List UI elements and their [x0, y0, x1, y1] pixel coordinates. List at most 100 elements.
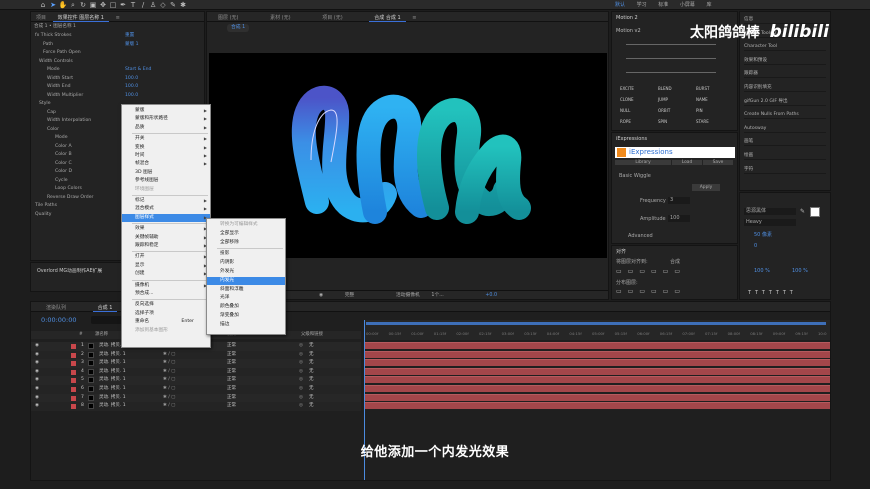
layer-parent-dropdown[interactable]: 无 — [309, 368, 314, 377]
selection-tool-icon[interactable]: ➤ — [48, 0, 58, 10]
panel-list-item[interactable]: 绘画 — [744, 151, 826, 160]
ease-slider-1[interactable] — [626, 44, 716, 45]
layer-row[interactable]: ◉ 8 灵动. 拷贝. 1 ✱ / ▢ 正常 ◎ 无 — [31, 402, 361, 411]
frequency-input[interactable]: 3 — [668, 197, 690, 204]
layer-switches[interactable]: ✱ / ▢ — [163, 394, 175, 403]
effect-property-row[interactable]: Mode Start & End — [31, 66, 204, 75]
menu-item[interactable]: 图层样式▶ — [122, 213, 210, 223]
layer-label-color[interactable] — [71, 369, 76, 375]
brush-tool-icon[interactable]: / — [138, 0, 148, 10]
layer-label-color[interactable] — [71, 404, 76, 410]
workspace-default[interactable]: 默认 — [615, 2, 625, 8]
layer-mode-dropdown[interactable]: 正常 — [227, 359, 236, 368]
visibility-eye-icon[interactable]: ◉ — [35, 351, 39, 360]
parent-pickwhip-icon[interactable]: ◎ — [299, 368, 303, 377]
layer-duration-bar[interactable] — [364, 367, 830, 375]
panel-menu-icon[interactable]: ≡ — [111, 13, 125, 23]
layer-parent-dropdown[interactable]: 无 — [309, 351, 314, 360]
amplitude-input[interactable]: 100 — [668, 215, 690, 222]
tab-project[interactable]: 项目 — [31, 12, 51, 22]
hand-tool-icon[interactable]: ✋ — [58, 0, 68, 10]
menu-item[interactable]: 反向选择 — [122, 301, 210, 309]
advanced-toggle[interactable]: Advanced — [628, 233, 653, 239]
menu-item[interactable]: 混合模式 ▶ — [122, 205, 210, 213]
workspace-learn[interactable]: 学习 — [637, 2, 647, 8]
menu-item[interactable]: 蒙版 ▶ — [122, 107, 210, 115]
layer-name[interactable]: 灵动. 拷贝. 1 — [99, 394, 126, 403]
layer-mode-dropdown[interactable]: 正常 — [227, 351, 236, 360]
submenu-item[interactable]: 颜色叠加 — [207, 303, 285, 311]
parent-pickwhip-icon[interactable]: ◎ — [299, 359, 303, 368]
layer-switches[interactable]: ✱ / ▢ — [163, 359, 175, 368]
fill-color-swatch[interactable] — [810, 207, 820, 217]
visibility-eye-icon[interactable]: ◉ — [35, 385, 39, 394]
panel-list-item[interactable]: Create Nulls From Paths — [744, 110, 826, 120]
layer-label-color[interactable] — [71, 395, 76, 401]
layer-row[interactable]: ◉ 3 灵动. 拷贝. 1 ✱ / ▢ 正常 ◎ 无 — [31, 359, 361, 368]
visibility-eye-icon[interactable]: ◉ — [35, 359, 39, 368]
motion-button[interactable]: NULL — [620, 108, 630, 113]
menu-item[interactable]: 帧混合 ▶ — [122, 160, 210, 168]
pen-tool-icon[interactable]: ✒ — [118, 0, 128, 10]
tab-save[interactable]: Save — [703, 160, 733, 165]
layer-parent-dropdown[interactable]: 无 — [309, 394, 314, 403]
comp-panel-menu-icon[interactable]: ≡ — [407, 13, 421, 23]
parent-pickwhip-icon[interactable]: ◎ — [299, 394, 303, 403]
motion-button[interactable]: BURST — [696, 86, 709, 91]
visibility-eye-icon[interactable]: ◉ — [35, 368, 39, 377]
panel-list-item[interactable]: 效果和预设 — [744, 56, 826, 65]
effect-property-row[interactable]: fx Thick Strokes 重置 — [31, 32, 204, 41]
font-family-dropdown[interactable]: 思源黑体 — [744, 208, 796, 215]
layer-label-color[interactable] — [71, 361, 76, 367]
panel-list-item[interactable]: gifGun 2.0 GIF 导出 — [744, 97, 826, 106]
ease-slider-2[interactable] — [626, 58, 716, 59]
menu-item[interactable]: 跟踪和稳定▶ — [122, 242, 210, 250]
motion-button[interactable]: PIN — [696, 108, 703, 113]
menu-item[interactable]: 开关 ▶ — [122, 135, 210, 143]
current-timecode[interactable]: 0:00:00:00 — [41, 316, 77, 324]
layer-label-color[interactable] — [71, 387, 76, 392]
effect-property-value[interactable]: 100.0 — [125, 92, 138, 101]
visibility-eye-icon[interactable]: ◉ — [35, 342, 39, 351]
layer-mode-dropdown[interactable]: 正常 — [227, 376, 236, 385]
home-icon[interactable]: ⌂ — [38, 0, 48, 10]
submenu-item[interactable]: 全部移除 — [207, 239, 285, 247]
layer-switches[interactable]: ✱ / ▢ — [163, 351, 175, 360]
layer-mode-dropdown[interactable]: 正常 — [227, 368, 236, 377]
menu-item[interactable]: 摄像机▶ — [122, 282, 210, 290]
views-dropdown[interactable]: 1个... — [431, 293, 443, 298]
rectangle-tool-icon[interactable]: □ — [108, 0, 118, 10]
layer-label-color[interactable] — [71, 344, 76, 349]
font-style-dropdown[interactable]: Heavy — [744, 219, 796, 226]
panel-list-item[interactable]: 字符 — [744, 165, 826, 174]
camera-tool-icon[interactable]: ▣ — [88, 0, 98, 10]
layer-duration-bar[interactable] — [364, 350, 830, 358]
puppet-tool-icon[interactable]: ✱ — [178, 0, 188, 10]
time-ruler[interactable]: 00:00f 00:15f 01:00f 01:15f 02:00f 02:15f 03:0… — [364, 320, 830, 340]
distribute-buttons[interactable]: ▭▭▭▭▭▭ — [616, 288, 686, 295]
tab-footage[interactable]: 素材 (无) — [265, 12, 296, 22]
effect-property-row[interactable]: Width Controls — [31, 58, 204, 67]
align-buttons[interactable]: ▭▭▭▭▭▭ — [616, 268, 686, 275]
menu-item[interactable]: 效果▶ — [122, 225, 210, 233]
layer-name[interactable]: 灵动. 拷贝. 1 — [99, 351, 126, 360]
panel-list-item[interactable]: 画笔 — [744, 137, 826, 147]
effect-property-value[interactable]: Start & End — [125, 66, 151, 75]
panel-list-item[interactable]: Character Tool — [744, 42, 826, 52]
submenu-item[interactable]: 外发光 — [207, 268, 285, 276]
resolution-dropdown[interactable]: 完整 — [345, 293, 355, 298]
align-to-dropdown[interactable]: 合成 — [670, 258, 680, 265]
active-camera-dropdown[interactable]: 活动摄像机 — [396, 293, 420, 298]
layer-parent-dropdown[interactable]: 无 — [309, 359, 314, 368]
submenu-item[interactable]: 渐变叠加 — [207, 312, 285, 320]
tab-library[interactable]: Library — [615, 160, 671, 165]
font-size-value[interactable]: 50 像素 — [754, 231, 772, 238]
tab-layer[interactable]: 图层 (无) — [213, 12, 244, 22]
effect-property-row[interactable]: Path 蒙版 1 — [31, 41, 204, 50]
layer-row[interactable]: ◉ 2 灵动. 拷贝. 1 ✱ / ▢ 正常 ◎ 无 — [31, 350, 361, 360]
layer-mode-dropdown[interactable]: 正常 — [227, 402, 236, 411]
motion-button[interactable]: JUMP — [658, 97, 668, 102]
parent-pickwhip-icon[interactable]: ◎ — [299, 385, 303, 394]
layer-switches[interactable]: ✱ / ▢ — [163, 402, 175, 411]
tab-effect-controls[interactable]: 效果控件 图层名称 1 — [52, 12, 109, 22]
